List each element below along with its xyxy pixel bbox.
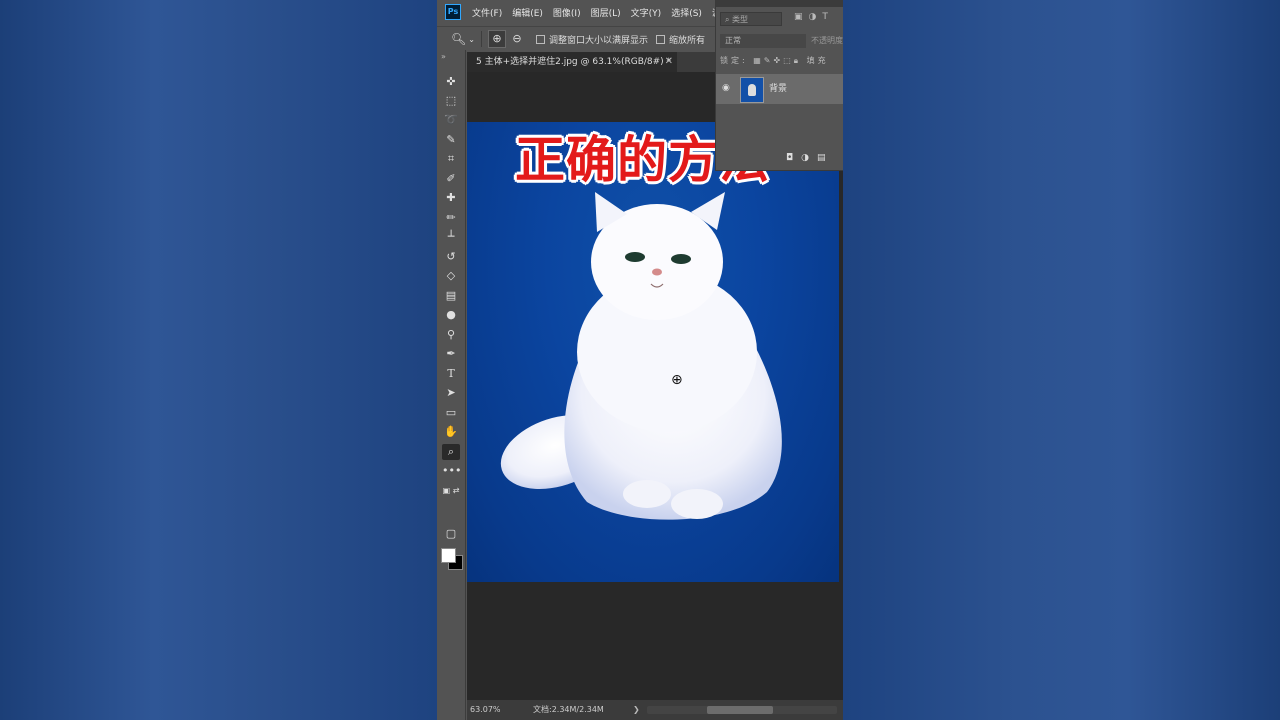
layer-filter-select[interactable]: ⌕ 类型	[720, 12, 782, 26]
eraser-tool-icon[interactable]: ◇	[442, 268, 460, 284]
zoom-level[interactable]: 63.07%	[470, 700, 501, 720]
fill-label: 填充	[806, 56, 829, 65]
more-tools-icon[interactable]: •••	[442, 463, 461, 479]
pen-tool-icon[interactable]: ✒	[442, 346, 460, 362]
opacity-label: 不透明度	[811, 36, 843, 45]
resize-windows-label: 调整窗口大小以满屏显示	[548, 35, 648, 46]
eye-icon[interactable]: ◉	[722, 83, 730, 93]
lasso-tool-icon[interactable]: ➰	[442, 112, 460, 128]
layers-panel: ⌕ 类型 ▣◑T 正常 不透明度 锁定: ▦✎✜⬚🔒︎ 填充 ◉ 背景 ◘◑▤	[715, 0, 843, 171]
dodge-tool-icon[interactable]: ⚲	[442, 327, 460, 343]
close-icon[interactable]: ✕	[665, 52, 673, 72]
quick-mask-icon[interactable]: ▢	[442, 526, 460, 542]
lock-row: 锁定: ▦✎✜⬚🔒︎ 填充	[720, 56, 829, 65]
zoom-all-windows-label: 缩放所有	[668, 35, 705, 46]
swap-colors-icon[interactable]: ▣ ⇄	[442, 483, 460, 499]
move-tool-icon[interactable]: ✜	[442, 74, 460, 90]
photoshop-window: Ps 文件(F) 编辑(E) 图像(I) 图层(L) 文字(Y) 选择(S) 滤…	[437, 0, 843, 720]
layer-row-background[interactable]: ◉ 背景	[716, 74, 843, 104]
layer-name: 背景	[769, 84, 788, 94]
tools-panel: » ✜ ⬚ ➰ ✎ ⌗ ✐ ✚ ✏ ┴ ↺ ◇ ▤ ● ⚲ ✒ T ➤ ▭ ✋ …	[437, 50, 466, 720]
chevron-right-icon[interactable]: ❯	[633, 700, 640, 720]
menu-type[interactable]: 文字(Y)	[631, 6, 662, 19]
cat-photo-canvas[interactable]: 正确的方法 ⊕	[467, 122, 839, 582]
zoom-all-windows-checkbox[interactable]	[655, 34, 665, 44]
document-tab-title: 5 主体+选择并遮住2.jpg @ 63.1%(RGB/8#) *	[476, 57, 672, 67]
history-brush-tool-icon[interactable]: ↺	[442, 249, 460, 265]
quick-select-tool-icon[interactable]: ✎	[442, 132, 460, 148]
horizontal-scrollbar[interactable]	[647, 706, 837, 714]
foreground-color-swatch[interactable]	[441, 548, 456, 563]
brush-tool-icon[interactable]: ✏	[442, 210, 460, 226]
zoom-in-button[interactable]: ⊕	[487, 30, 506, 48]
lock-label: 锁定:	[720, 56, 748, 65]
rectangle-tool-icon[interactable]: ▭	[442, 405, 460, 421]
divider	[480, 31, 482, 47]
filter-icons[interactable]: ▣◑T	[794, 12, 834, 22]
layer-filter-label: 类型	[732, 15, 749, 24]
zoom-cursor-icon: ⊕	[671, 372, 683, 388]
menu-image[interactable]: 图像(I)	[553, 6, 581, 19]
photoshop-logo-icon: Ps	[445, 4, 461, 20]
blur-tool-icon[interactable]: ●	[442, 307, 460, 323]
zoom-out-button[interactable]: ⊖	[509, 31, 525, 47]
marquee-tool-icon[interactable]: ⬚	[442, 93, 460, 109]
document-tab[interactable]: 5 主体+选择并遮住2.jpg @ 63.1%(RGB/8#) * ✕	[467, 52, 677, 72]
menu-select[interactable]: 选择(S)	[671, 6, 702, 19]
chevron-down-icon[interactable]: ⌄	[468, 35, 475, 44]
collapse-icon[interactable]: »	[441, 52, 446, 61]
resize-windows-checkbox[interactable]	[535, 34, 545, 44]
healing-brush-tool-icon[interactable]: ✚	[442, 190, 460, 206]
panel-header	[716, 0, 843, 7]
status-bar: 63.07% 文档:2.34M/2.34M ❯	[467, 700, 843, 720]
scrollbar-thumb[interactable]	[707, 706, 773, 714]
video-background-left	[0, 0, 437, 720]
white-cat-image	[500, 192, 782, 520]
blend-mode-select[interactable]: 正常	[720, 34, 806, 48]
zoom-tool-icon[interactable]: ⌕	[442, 444, 460, 460]
menu-file[interactable]: 文件(F)	[472, 6, 502, 19]
hand-tool-icon[interactable]: ✋	[442, 424, 460, 440]
path-selection-tool-icon[interactable]: ➤	[442, 385, 460, 401]
document-size: 文档:2.34M/2.34M	[533, 705, 604, 714]
gradient-tool-icon[interactable]: ▤	[442, 288, 460, 304]
zoom-tool-preset-icon[interactable]: 🔍︎	[451, 32, 466, 46]
crop-tool-icon[interactable]: ⌗	[442, 151, 460, 167]
clone-stamp-tool-icon[interactable]: ┴	[442, 229, 460, 245]
video-background-right	[843, 0, 1280, 720]
layer-actions[interactable]: ◘◑▤	[786, 153, 833, 163]
type-tool-icon[interactable]: T	[442, 366, 460, 382]
eyedropper-tool-icon[interactable]: ✐	[442, 171, 460, 187]
layer-thumbnail	[740, 77, 764, 103]
menu-layer[interactable]: 图层(L)	[591, 6, 621, 19]
menu-edit[interactable]: 编辑(E)	[512, 6, 543, 19]
